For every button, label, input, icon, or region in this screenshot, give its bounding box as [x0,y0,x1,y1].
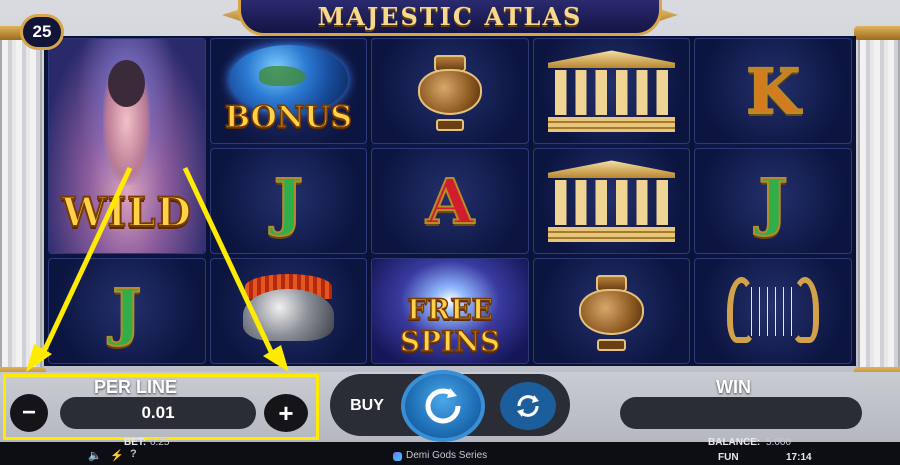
reel-3: A FREE SPINS [371,38,529,364]
reel-4 [532,38,691,364]
bonus-label: BONUS [224,99,353,136]
wild-label: WILD [61,188,193,237]
symbol-k: K [694,38,852,144]
paylines-badge[interactable]: 25 [20,14,64,50]
temple-icon [547,50,676,132]
reel-2: BONUS J [209,38,368,364]
symbol-k-label: K [745,54,801,129]
temple-symbol [532,38,691,144]
free-spins-line2: SPINS [399,325,501,359]
question-icon[interactable]: ? [130,448,137,460]
spin-button[interactable] [401,370,485,442]
helmet-icon [234,273,343,349]
symbol-j: J [209,148,368,254]
series-logo-icon [393,452,402,461]
left-column [0,26,46,381]
vase-icon [576,271,648,351]
reel-5: K J [694,38,852,364]
symbol-j-label: J [758,164,789,239]
symbol-j-label: J [111,274,142,349]
win-value [620,397,862,429]
reel-grid: WILD J BONUS J A FREE SPINS K J [44,36,856,366]
temple-symbol [532,148,691,254]
right-column [854,26,900,381]
symbol-a-label: A [425,164,475,239]
game-title-banner: MAJESTIC ATLAS [238,0,662,36]
balance-label: BALANCE: [708,437,761,448]
symbol-j: J [694,148,852,254]
bonus-symbol: BONUS [209,38,368,144]
series-name: Demi Gods Series [406,450,488,461]
symbol-j: J [48,258,206,364]
vase-symbol [532,258,691,364]
win-label: WIN [716,377,751,397]
game-title: MAJESTIC ATLAS [317,2,583,31]
bet-value: 0.25 [150,437,170,448]
helmet-symbol [209,258,368,364]
autoplay-icon [517,395,539,417]
free-spins-symbol: FREE SPINS [371,258,529,364]
reel-1: WILD J [48,38,206,364]
temple-icon [547,160,676,242]
vase-icon [414,51,486,131]
wild-symbol: WILD [48,38,206,254]
free-spins-line1: FREE [406,293,493,327]
symbol-a: A [371,148,529,254]
buy-button[interactable]: BUY [338,383,396,429]
lyre-icon [719,274,828,349]
lyre-symbol [694,258,852,364]
per-line-highlight [3,374,319,440]
mode-label: FUN [718,452,739,463]
symbol-j-label: J [273,164,304,239]
vase-symbol [371,38,529,144]
bet-label: BET: [124,437,147,448]
balance-value: 5.000 [766,437,792,448]
clock: 17:14 [786,452,812,463]
lightning-icon[interactable]: ⚡ [110,449,124,462]
spin-arrow-icon [425,388,461,424]
autoplay-button[interactable] [500,382,556,430]
speaker-icon[interactable]: 🔈 [88,449,102,462]
